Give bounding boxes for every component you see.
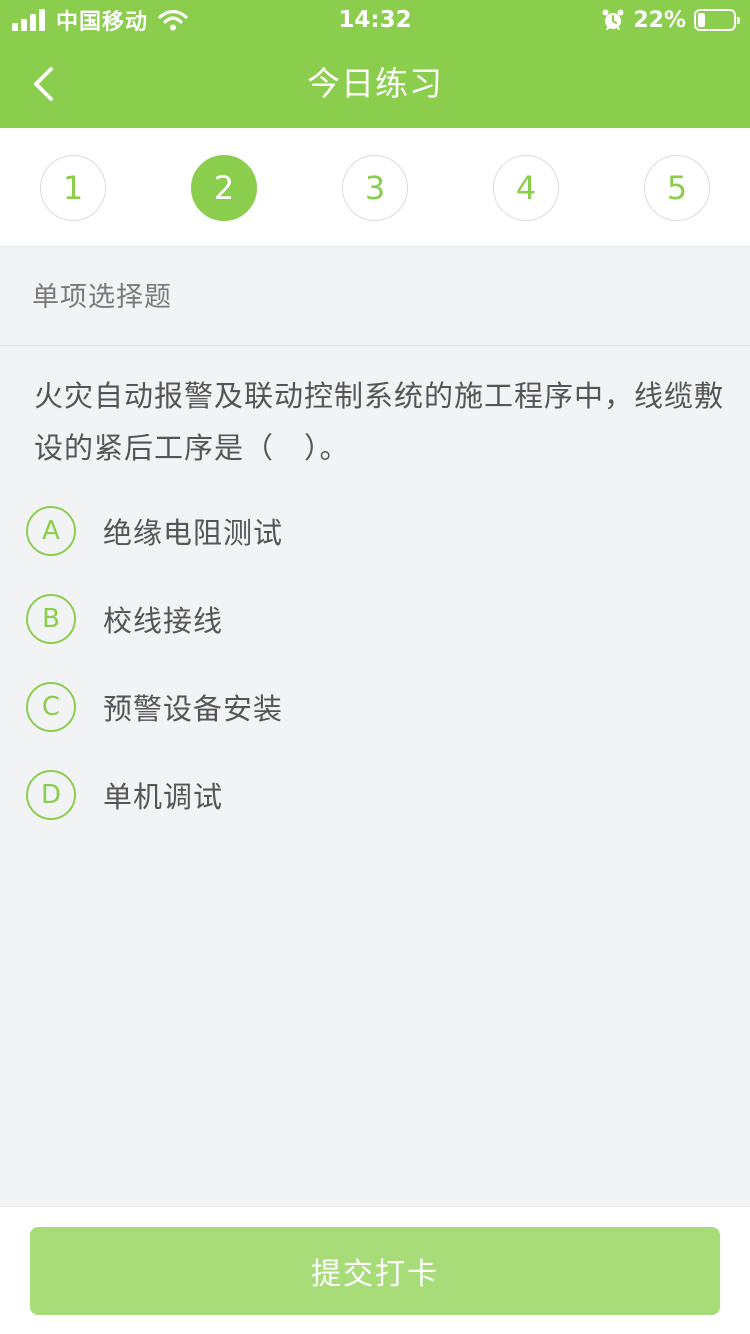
option-a-letter: A xyxy=(26,506,76,556)
question-type-label: 单项选择题 xyxy=(32,282,172,313)
option-a-text: 绝缘电阻测试 xyxy=(103,516,284,550)
submit-checkin-button[interactable]: 提交打卡 xyxy=(30,1227,720,1315)
option-c-text: 预警设备安装 xyxy=(103,692,284,726)
nav-bar: 今日练习 xyxy=(0,40,750,128)
battery-icon xyxy=(694,9,740,31)
option-c-letter: C xyxy=(26,682,76,732)
battery-fill xyxy=(698,13,705,27)
option-d-text: 单机调试 xyxy=(103,780,224,814)
option-b-text: 校线接线 xyxy=(103,604,224,638)
tab-question-2[interactable]: 2 xyxy=(191,155,257,221)
tab-question-3[interactable]: 3 xyxy=(342,155,408,221)
tab-question-1[interactable]: 1 xyxy=(40,155,106,221)
status-right: 22% xyxy=(601,6,740,34)
option-c[interactable]: C 预警设备安装 xyxy=(26,679,726,735)
chevron-left-icon xyxy=(34,67,53,101)
battery-percent: 22% xyxy=(633,7,686,33)
alarm-icon xyxy=(602,9,624,30)
tab-question-5[interactable]: 5 xyxy=(644,155,710,221)
back-button[interactable] xyxy=(18,56,68,112)
option-b-letter: B xyxy=(26,594,76,644)
app-screen: 中国移动 14:32 22% 今日练习 1 2 3 4 5 单项选择题 火灾自动… xyxy=(0,0,750,1334)
question-stem: 火灾自动报警及联动控制系统的施工程序中，线缆敷设的紧后工序是（ ）。 xyxy=(34,379,725,465)
footer: 提交打卡 xyxy=(0,1206,750,1334)
option-b[interactable]: B 校线接线 xyxy=(26,591,726,647)
tab-question-4[interactable]: 4 xyxy=(493,155,559,221)
battery-cap xyxy=(737,17,740,24)
option-d-letter: D xyxy=(26,770,76,820)
option-a[interactable]: A 绝缘电阻测试 xyxy=(26,503,726,559)
page-title: 今日练习 xyxy=(307,64,443,103)
question-type-section: 单项选择题 xyxy=(0,248,750,346)
header: 中国移动 14:32 22% 今日练习 xyxy=(0,0,750,128)
status-bar: 中国移动 14:32 22% xyxy=(0,0,750,40)
option-d[interactable]: D 单机调试 xyxy=(26,767,726,823)
question-number-tabs: 1 2 3 4 5 xyxy=(0,128,750,247)
